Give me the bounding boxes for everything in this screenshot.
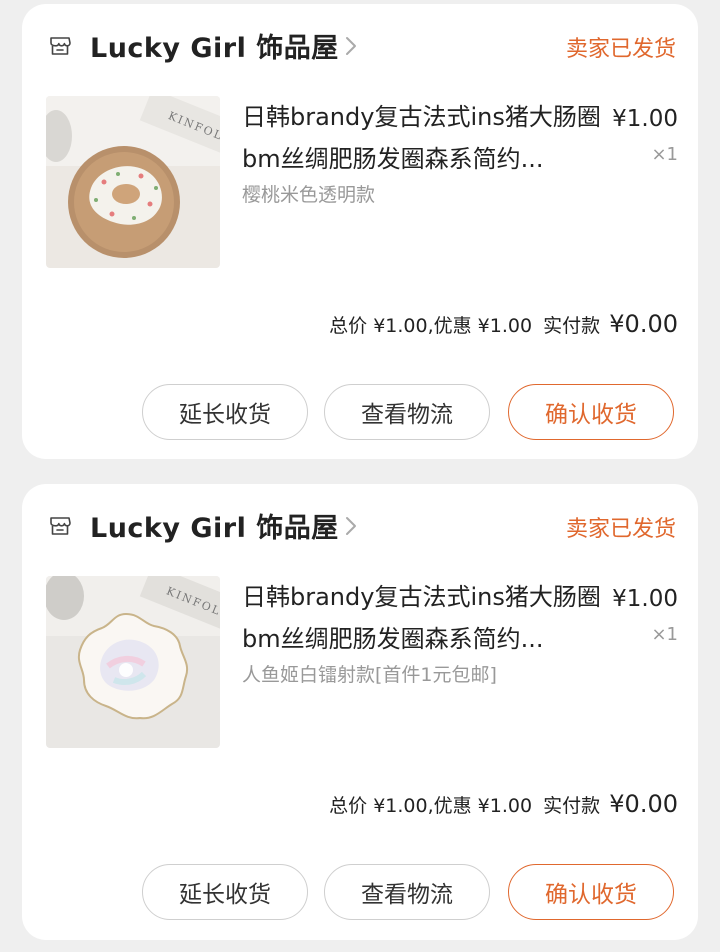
order-status: 卖家已发货 <box>565 517 676 542</box>
paid-value: ¥0.00 <box>609 790 678 818</box>
paid-label: 实付款 <box>543 315 601 337</box>
order-status: 卖家已发货 <box>565 37 676 62</box>
shop-name[interactable]: Lucky Girl 饰品屋 <box>90 26 339 65</box>
chevron-right-icon[interactable] <box>344 514 358 538</box>
shop-name[interactable]: Lucky Girl 饰品屋 <box>90 506 339 545</box>
product-variant: 樱桃米色透明款 <box>242 184 376 206</box>
chevron-right-icon[interactable] <box>344 34 358 58</box>
paid-value: ¥0.00 <box>609 310 678 338</box>
extend-receipt-button[interactable]: 延长收货 <box>142 384 308 440</box>
view-logistics-button[interactable]: 查看物流 <box>324 384 490 440</box>
product-price: ¥1.00 <box>612 106 678 132</box>
order-total-text: 总价 ¥1.00,优惠 ¥1.00 <box>329 315 533 337</box>
store-icon <box>50 37 71 55</box>
extend-receipt-button[interactable]: 延长收货 <box>142 864 308 920</box>
confirm-receipt-button[interactable]: 确认收货 <box>508 384 674 440</box>
order-card: Lucky Girl 饰品屋 卖家已发货 KINFOLK 日韩brandy复古法… <box>22 4 698 459</box>
store-icon <box>50 517 71 535</box>
product-quantity: ×1 <box>651 144 678 165</box>
product-quantity: ×1 <box>651 624 678 645</box>
product-variant: 人鱼姬白镭射款[首件1元包邮] <box>242 664 497 686</box>
shop-header[interactable]: Lucky Girl 饰品屋 卖家已发货 <box>22 4 698 86</box>
product-title[interactable]: 日韩brandy复古法式ins猪大肠圈bm丝绸肥肠发圈森系简约... <box>242 96 612 180</box>
product-thumbnail[interactable]: KINFOLK <box>46 96 220 268</box>
product-price: ¥1.00 <box>612 586 678 612</box>
order-card: Lucky Girl 饰品屋 卖家已发货 KINFOLK 日韩brandy复古法… <box>22 484 698 940</box>
order-total-text: 总价 ¥1.00,优惠 ¥1.00 <box>329 795 533 817</box>
product-thumbnail[interactable]: KINFOLK <box>46 576 220 748</box>
order-summary: 总价 ¥1.00,优惠 ¥1.00 实付款 ¥0.00 <box>329 310 678 338</box>
product-title[interactable]: 日韩brandy复古法式ins猪大肠圈bm丝绸肥肠发圈森系简约... <box>242 576 612 660</box>
confirm-receipt-button[interactable]: 确认收货 <box>508 864 674 920</box>
shop-header[interactable]: Lucky Girl 饰品屋 卖家已发货 <box>22 484 698 566</box>
order-summary: 总价 ¥1.00,优惠 ¥1.00 实付款 ¥0.00 <box>329 790 678 818</box>
view-logistics-button[interactable]: 查看物流 <box>324 864 490 920</box>
paid-label: 实付款 <box>543 795 601 817</box>
